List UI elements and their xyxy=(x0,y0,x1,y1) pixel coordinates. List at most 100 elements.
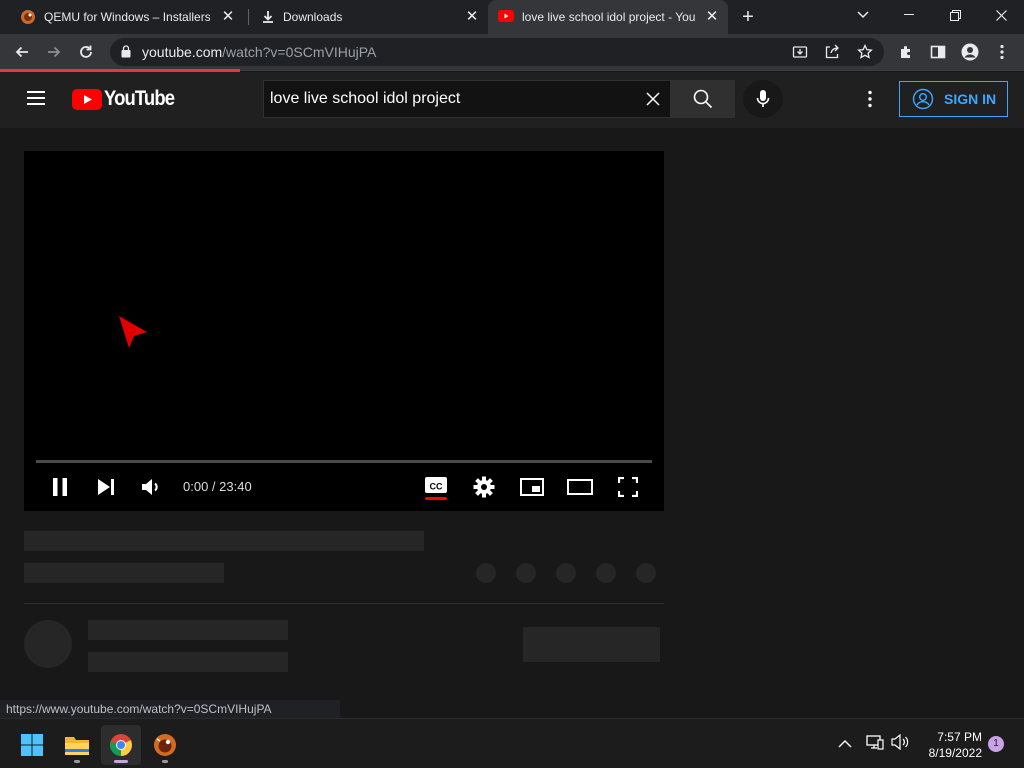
theater-mode-icon xyxy=(567,479,593,495)
subscribe-button-placeholder xyxy=(523,627,660,662)
tab-title: love live school idol project - You xyxy=(522,10,696,24)
volume-icon xyxy=(142,479,158,495)
network-icon[interactable] xyxy=(866,734,886,752)
link-status-bubble: https://www.youtube.com/watch?v=0SCmVIHu… xyxy=(0,700,340,718)
new-tab-button[interactable]: + xyxy=(736,6,760,28)
tab-title: QEMU for Windows – Installers (64 xyxy=(44,10,210,24)
hamburger-menu-icon[interactable] xyxy=(24,86,48,110)
close-window-button[interactable] xyxy=(978,0,1024,30)
start-button[interactable] xyxy=(12,725,52,765)
url-path: /watch?v=0SCmVIHujPA xyxy=(222,44,377,60)
browser-toolbar: youtube.com/watch?v=0SCmVIHujPA xyxy=(0,34,1024,70)
address-bar[interactable]: youtube.com/watch?v=0SCmVIHujPA xyxy=(110,38,884,66)
search-button[interactable] xyxy=(671,80,735,118)
tab-youtube-active[interactable]: love live school idol project - You ✕ xyxy=(488,0,728,34)
qemu-favicon xyxy=(20,9,36,25)
volume-speaker-icon[interactable] xyxy=(891,733,911,752)
gear-icon xyxy=(473,476,495,498)
taskbar-qemu[interactable] xyxy=(145,725,185,765)
svg-text:CC: CC xyxy=(430,482,443,492)
title-placeholder xyxy=(24,531,424,551)
notification-badge[interactable]: 1 xyxy=(988,736,1004,752)
profile-avatar-icon[interactable] xyxy=(954,34,986,70)
miniplayer-icon xyxy=(520,478,544,496)
windows-taskbar: 7:57 PM 8/19/2022 1 xyxy=(0,718,1024,768)
tab-search-icon[interactable] xyxy=(840,0,886,30)
url-text: youtube.com/watch?v=0SCmVIHujPA xyxy=(142,44,376,60)
sign-in-label: SIGN IN xyxy=(944,91,997,107)
running-indicator xyxy=(162,760,168,763)
minimize-button[interactable] xyxy=(886,0,932,30)
fullscreen-icon xyxy=(618,477,638,497)
miniplayer-button[interactable] xyxy=(516,471,548,503)
clock-date: 8/19/2022 xyxy=(928,746,982,760)
side-panel-icon[interactable] xyxy=(922,34,954,70)
taskbar-file-explorer[interactable] xyxy=(57,725,97,765)
taskbar-chrome[interactable] xyxy=(101,725,141,765)
close-tab-icon[interactable]: ✕ xyxy=(464,9,480,25)
install-app-icon[interactable] xyxy=(792,44,808,65)
system-clock[interactable]: 7:57 PM 8/19/2022 xyxy=(916,729,982,761)
reload-button[interactable] xyxy=(70,34,102,70)
clear-search-icon[interactable] xyxy=(646,92,660,111)
clock-time: 7:57 PM xyxy=(937,730,982,744)
url-host: youtube.com xyxy=(142,44,223,60)
running-indicator xyxy=(74,760,80,763)
account-circle-icon xyxy=(912,88,934,110)
progress-bar[interactable] xyxy=(36,460,652,463)
time-display: 0:00 / 23:40 xyxy=(183,479,252,494)
close-tab-icon[interactable]: ✕ xyxy=(220,9,236,25)
folder-icon xyxy=(65,737,89,755)
tab-downloads[interactable]: Downloads ✕ xyxy=(252,0,488,34)
content-divider xyxy=(24,603,664,604)
forward-button[interactable] xyxy=(38,34,70,70)
youtube-favicon xyxy=(498,10,514,24)
extensions-puzzle-icon[interactable] xyxy=(890,34,922,70)
active-indicator xyxy=(114,760,128,763)
settings-button[interactable] xyxy=(468,471,500,503)
youtube-logo-text: YouTube xyxy=(104,87,175,110)
closed-captions-icon: CC xyxy=(425,477,447,500)
sign-in-button[interactable]: SIGN IN xyxy=(899,81,1008,117)
search-input-value: love live school idol project xyxy=(270,90,461,107)
microphone-icon xyxy=(756,90,770,107)
search-icon xyxy=(693,89,713,109)
youtube-play-logo-icon xyxy=(72,88,102,110)
action-placeholder xyxy=(636,563,656,583)
mute-button[interactable] xyxy=(136,471,168,503)
show-hidden-icons-chevron-icon[interactable] xyxy=(838,736,856,752)
chrome-icon xyxy=(109,734,132,756)
more-options-icon[interactable] xyxy=(862,87,878,111)
search-input[interactable]: love live school idol project xyxy=(263,80,671,118)
lock-icon xyxy=(121,45,131,63)
tab-title: Downloads xyxy=(283,10,343,24)
meta-placeholder xyxy=(24,563,224,583)
tab-qemu[interactable]: QEMU for Windows – Installers (64 ✕ xyxy=(12,0,244,34)
subtitles-button[interactable]: CC xyxy=(420,471,452,503)
action-placeholder xyxy=(596,563,616,583)
action-placeholder xyxy=(476,563,496,583)
mouse-cursor-icon xyxy=(117,314,149,355)
action-placeholder xyxy=(516,563,536,583)
windows-logo-icon xyxy=(21,734,43,756)
next-button[interactable] xyxy=(90,471,122,503)
restore-button[interactable] xyxy=(932,0,978,30)
back-button[interactable] xyxy=(6,34,38,70)
channel-avatar-placeholder xyxy=(24,620,72,668)
skip-next-icon xyxy=(98,479,114,495)
chrome-menu-icon[interactable] xyxy=(986,34,1018,70)
bookmark-star-icon[interactable] xyxy=(857,43,873,65)
voice-search-button[interactable] xyxy=(743,80,783,118)
subscriber-count-placeholder xyxy=(88,652,288,672)
channel-name-placeholder xyxy=(88,620,288,640)
fullscreen-button[interactable] xyxy=(612,471,644,503)
qemu-icon xyxy=(154,734,176,756)
tab-separator xyxy=(248,9,249,25)
theater-mode-button[interactable] xyxy=(564,471,596,503)
pause-button[interactable] xyxy=(44,471,76,503)
share-icon[interactable] xyxy=(824,44,840,65)
close-tab-icon[interactable]: ✕ xyxy=(704,9,720,25)
pause-icon xyxy=(53,478,67,496)
youtube-logo[interactable]: YouTube xyxy=(72,86,184,112)
tab-strip: QEMU for Windows – Installers (64 ✕ Down… xyxy=(0,0,1024,34)
